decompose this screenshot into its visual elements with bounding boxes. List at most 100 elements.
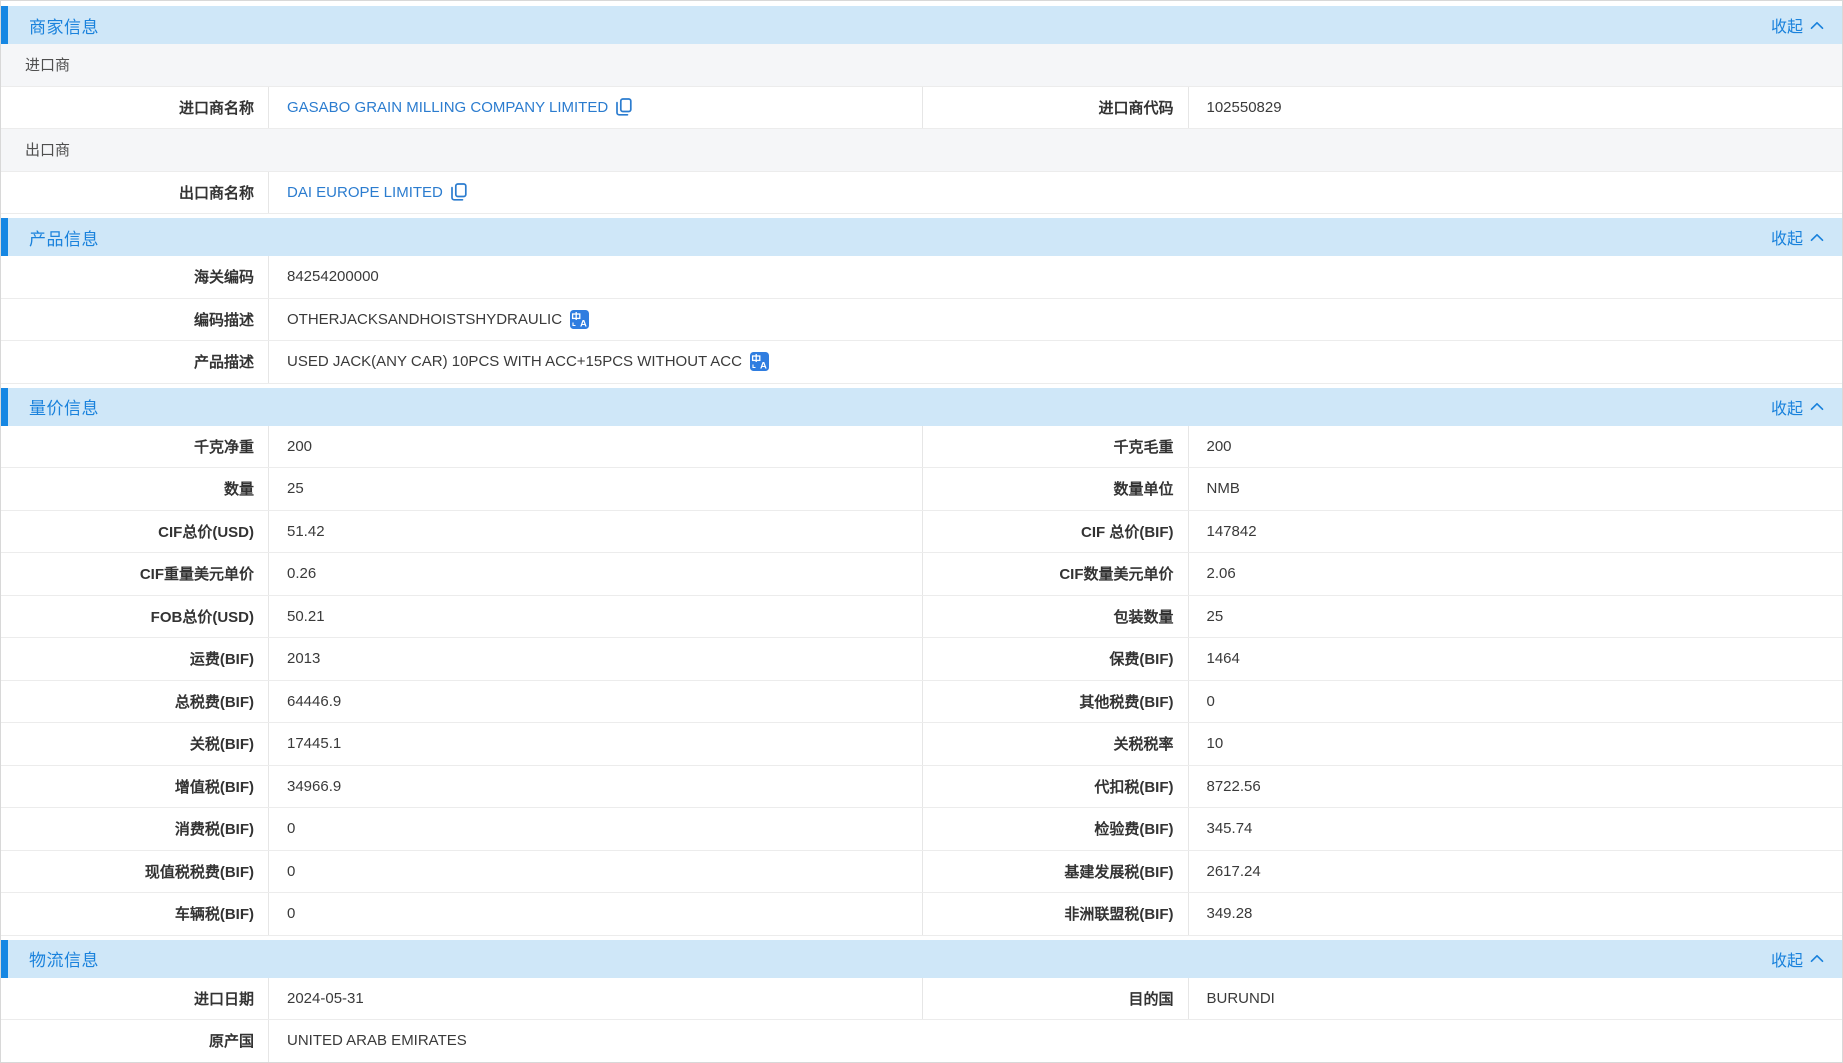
field-label: 车辆税(BIF) [1,893,269,935]
data-row: 总税费(BIF) 64446.9 其他税费(BIF)0 [1,681,1842,724]
collapse-button[interactable]: 收起 [1771,225,1824,249]
row-half: 车辆税(BIF)0 [1,893,922,935]
field-value: GASABO GRAIN MILLING COMPANY LIMITED [269,87,922,129]
field-value-text: 10 [1207,735,1224,752]
copy-glyph [451,183,467,201]
data-row: 原产国UNITED ARAB EMIRATES [1,1020,1842,1063]
field-label: 消费税(BIF) [1,808,269,850]
subsection-header: 出口商 [1,129,1842,172]
row-half: 总税费(BIF) 64446.9 [1,681,922,723]
field-value: 2617.24 [1189,851,1843,893]
field-label-text: 原产国 [209,1030,254,1051]
field-label: 千克毛重 [923,426,1189,468]
field-label: CIF总价(USD) [1,511,269,553]
field-label: 代扣税(BIF) [923,766,1189,808]
data-row: 运费(BIF)2013 保费(BIF) 1464 [1,638,1842,681]
copy-glyph [616,98,632,116]
field-value-text: 25 [1207,608,1224,625]
field-label: FOB总价(USD) [1,596,269,638]
field-label: 现值税税费(BIF) [1,851,269,893]
field-label-text: 海关编码 [194,266,254,287]
field-value: 2.06 [1189,553,1843,595]
collapse-button[interactable]: 收起 [1771,395,1824,419]
field-value-text: 2.06 [1207,565,1236,582]
field-label-text: 进口商代码 [1098,97,1173,118]
translate-glyph: A [570,310,589,329]
field-value: 345.74 [1189,808,1843,850]
field-label: 关税税率 [923,723,1189,765]
field-value-text: 345.74 [1207,820,1253,837]
field-value-text: 84254200000 [287,268,379,285]
field-value: 64446.9 [269,681,922,723]
field-value: 50.21 [269,596,922,638]
data-row: CIF总价(USD)51.42CIF 总价(BIF)147842 [1,511,1842,554]
field-label-text: CIF 总价(BIF) [1081,521,1173,542]
trade-detail-panel: 商家信息收起进口商进口商名称GASABO GRAIN MILLING COMPA… [0,0,1843,1063]
field-label-text: 非洲联盟税(BIF) [1064,903,1173,924]
data-row: CIF重量美元单价0.26CIF数量美元单价2.06 [1,553,1842,596]
chevron-up-icon [1810,233,1824,242]
field-value: 2013 [269,638,922,680]
field-value-text: 0 [287,820,295,837]
field-value: 25 [269,468,922,510]
field-value-text: OTHERJACKSANDHOISTSHYDRAULIC [287,311,562,328]
field-value-text: 1464 [1207,650,1240,667]
field-label: CIF数量美元单价 [923,553,1189,595]
field-value: 102550829 [1189,87,1843,129]
field-value: 349.28 [1189,893,1843,935]
translate-icon[interactable]: A [570,310,589,329]
subsection-label: 出口商 [25,139,70,160]
field-label: 千克净重 [1,426,269,468]
field-label-text: 数量 [224,478,254,499]
row-half: 现值税税费(BIF)0 [1,851,922,893]
row-half: CIF 总价(BIF)147842 [922,511,1843,553]
field-label: 数量单位 [923,468,1189,510]
data-row: 车辆税(BIF)0 非洲联盟税(BIF) 349.28 [1,893,1842,936]
translate-icon[interactable]: A [750,352,769,371]
field-label-text: 包装数量 [1113,606,1173,627]
field-label-text: 现值税税费(BIF) [145,861,254,882]
section-header-quantity-price: 量价信息收起 [1,388,1842,426]
field-label: 其他税费(BIF) [923,681,1189,723]
row-half: 基建发展税(BIF)2617.24 [922,851,1843,893]
subsection-label: 进口商 [25,54,70,75]
field-value: 17445.1 [269,723,922,765]
section-header-product: 产品信息收起 [1,218,1842,256]
field-value: 200 [1189,426,1843,468]
data-row: 现值税税费(BIF)0基建发展税(BIF)2617.24 [1,851,1842,894]
field-label: 出口商名称 [1,172,269,214]
field-value-text: 102550829 [1207,99,1282,116]
field-label-text: 保费(BIF) [1109,648,1173,669]
translate-glyph: A [750,352,769,371]
field-label: 关税(BIF) [1,723,269,765]
field-label-text: 总税费(BIF) [175,691,254,712]
field-value-text: 64446.9 [287,693,341,710]
field-label: 产品描述 [1,341,269,383]
field-label-text: 出口商名称 [179,182,254,203]
row-half: 非洲联盟税(BIF) 349.28 [922,893,1843,935]
field-label: CIF 总价(BIF) [923,511,1189,553]
row-half: 保费(BIF) 1464 [922,638,1843,680]
data-row: 千克净重200千克毛重200 [1,426,1842,469]
data-row: 数量25数量单位NMB [1,468,1842,511]
field-value: 0 [269,893,922,935]
row-half: 运费(BIF)2013 [1,638,922,680]
chevron-up-icon [1810,402,1824,411]
copy-icon[interactable] [451,183,467,201]
company-name-link[interactable]: DAI EUROPE LIMITED [287,184,443,201]
company-name-link[interactable]: GASABO GRAIN MILLING COMPANY LIMITED [287,99,608,116]
row-half: FOB总价(USD) 50.21 [1,596,922,638]
subsection-header: 进口商 [1,44,1842,87]
field-value-text: 34966.9 [287,778,341,795]
field-label-text: 检验费(BIF) [1094,818,1173,839]
field-label: 进口商代码 [923,87,1189,129]
collapse-button-label: 收起 [1771,395,1803,419]
field-label: 保费(BIF) [923,638,1189,680]
field-label-text: FOB总价(USD) [151,606,254,627]
collapse-button[interactable]: 收起 [1771,947,1824,971]
collapse-button[interactable]: 收起 [1771,13,1824,37]
copy-icon[interactable] [616,98,632,116]
field-label: 海关编码 [1,256,269,298]
row-half: 进口日期2024-05-31 [1,978,922,1020]
row-half: 其他税费(BIF)0 [922,681,1843,723]
